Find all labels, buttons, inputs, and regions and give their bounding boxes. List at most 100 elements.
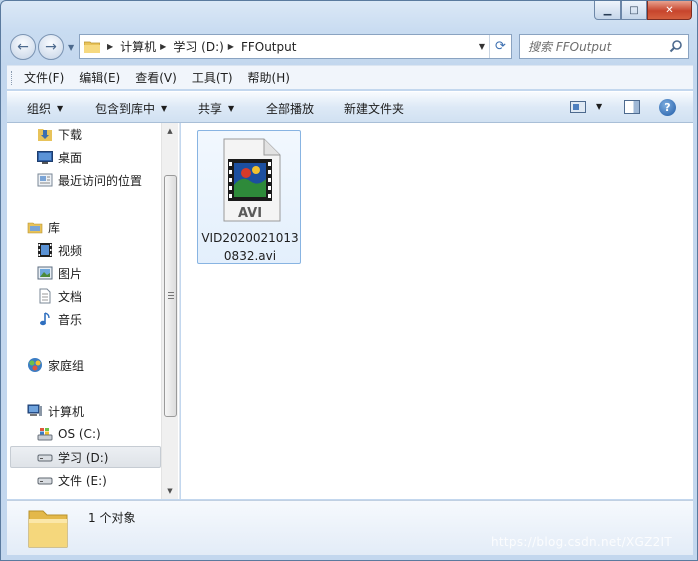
organize-label: 组织 bbox=[27, 102, 52, 116]
chevron-right-icon[interactable]: ▶ bbox=[160, 42, 166, 51]
breadcrumb-computer[interactable]: 计算机 bbox=[120, 38, 156, 55]
watermark: https://blog.csdn.net/XGZ2IT bbox=[491, 535, 673, 549]
nav-item-recent-places[interactable]: 最近访问的位置 bbox=[37, 169, 142, 191]
drive-icon bbox=[37, 477, 53, 485]
file-name: VID20200210130832.avi bbox=[201, 231, 299, 263]
refresh-icon[interactable]: ⟳ bbox=[489, 35, 511, 58]
forward-button[interactable]: → bbox=[38, 34, 64, 60]
new-folder-button[interactable]: 新建文件夹 bbox=[344, 100, 404, 117]
preview-pane-icon[interactable] bbox=[624, 100, 640, 114]
navigation-pane: 下载 桌面 最近访问的位置 库 视频 图片 文档 音乐 家庭组 计算机 OS (… bbox=[7, 123, 180, 499]
nav-item-label: 学习 (D:) bbox=[58, 450, 109, 465]
item-count: 1 个对象 bbox=[88, 511, 136, 525]
menu-grip bbox=[11, 70, 14, 85]
menu-bar: 文件(F) 编辑(E) 查看(V) 工具(T) 帮助(H) bbox=[7, 65, 693, 89]
breadcrumb-drive-d[interactable]: 学习 (D:) bbox=[173, 38, 223, 55]
grip-icon bbox=[168, 292, 174, 299]
homegroup-icon bbox=[28, 358, 42, 372]
menu-file[interactable]: 文件(F) bbox=[24, 69, 64, 86]
nav-item-drive-c[interactable]: OS (C:) bbox=[37, 423, 101, 445]
nav-item-music[interactable]: 音乐 bbox=[37, 308, 82, 330]
chevron-down-icon[interactable]: ▼ bbox=[475, 42, 489, 51]
search-input[interactable] bbox=[528, 39, 668, 54]
scroll-down-icon[interactable]: ▼ bbox=[162, 483, 178, 499]
nav-item-downloads[interactable]: 下载 bbox=[37, 123, 82, 145]
nav-item-pictures[interactable]: 图片 bbox=[37, 262, 82, 284]
nav-item-label: 家庭组 bbox=[48, 358, 85, 373]
nav-item-label: OS (C:) bbox=[58, 427, 101, 441]
chevron-down-icon: ▼ bbox=[161, 104, 168, 113]
breadcrumb-ffoutput[interactable]: FFOutput bbox=[241, 40, 297, 54]
video-library-icon bbox=[38, 243, 52, 257]
computer-icon bbox=[27, 404, 42, 416]
search-icon[interactable] bbox=[669, 39, 683, 53]
system-drive-icon bbox=[37, 428, 53, 441]
downloads-folder-icon bbox=[38, 129, 52, 141]
nav-item-drive-e[interactable]: 文件 (E:) bbox=[37, 469, 107, 491]
nav-item-label: 音乐 bbox=[58, 312, 83, 327]
nav-item-desktop[interactable]: 桌面 bbox=[37, 146, 82, 168]
folder-icon bbox=[28, 510, 68, 548]
music-library-icon bbox=[40, 312, 50, 326]
address-actions: ▼ ⟳ bbox=[475, 35, 511, 58]
help-icon[interactable]: ? bbox=[659, 99, 676, 116]
close-button[interactable]: ✕ bbox=[647, 1, 692, 20]
nav-item-drive-d[interactable]: 学习 (D:) bbox=[10, 446, 161, 468]
nav-item-label: 桌面 bbox=[58, 150, 83, 165]
scrollbar-thumb[interactable] bbox=[164, 175, 177, 417]
recent-pages-dropdown[interactable]: ▼ bbox=[68, 43, 74, 52]
nav-item-label: 文档 bbox=[58, 289, 83, 304]
menu-tools[interactable]: 工具(T) bbox=[192, 69, 233, 86]
desktop-icon bbox=[37, 151, 53, 164]
nav-item-label: 文件 (E:) bbox=[58, 473, 107, 488]
organize-button[interactable]: 组织 ▼ bbox=[27, 100, 63, 117]
share-button[interactable]: 共享 ▼ bbox=[198, 100, 234, 117]
explorer-window: ▁ □ ✕ ← → ▼ ▶ 计算机 ▶ 学习 (D:) ▶ FFOutput ▼… bbox=[0, 0, 698, 561]
nav-item-libraries[interactable]: 库 bbox=[27, 216, 60, 238]
chevron-right-icon[interactable]: ▶ bbox=[228, 42, 234, 51]
view-options-icon[interactable] bbox=[570, 101, 586, 113]
nav-item-videos[interactable]: 视频 bbox=[37, 239, 82, 261]
nav-item-label: 计算机 bbox=[48, 404, 85, 419]
drive-icon bbox=[37, 454, 53, 462]
minimize-button[interactable]: ▁ bbox=[594, 1, 621, 20]
command-bar: 组织 ▼ 包含到库中 ▼ 共享 ▼ 全部播放 新建文件夹 ▼ ? bbox=[7, 91, 693, 123]
avi-video-file-icon: AVI bbox=[223, 138, 281, 222]
play-all-button[interactable]: 全部播放 bbox=[266, 100, 314, 117]
include-in-library-label: 包含到库中 bbox=[95, 102, 156, 116]
chevron-down-icon[interactable]: ▼ bbox=[596, 102, 602, 111]
picture-library-icon bbox=[37, 266, 53, 280]
nav-item-label: 图片 bbox=[58, 266, 83, 281]
nav-item-label: 库 bbox=[48, 220, 61, 235]
menu-help[interactable]: 帮助(H) bbox=[248, 69, 290, 86]
address-bar[interactable]: ▶ 计算机 ▶ 学习 (D:) ▶ FFOutput ▼ ⟳ bbox=[79, 34, 512, 59]
nav-item-homegroup[interactable]: 家庭组 bbox=[27, 354, 84, 376]
nav-item-computer[interactable]: 计算机 bbox=[27, 400, 84, 422]
details-pane: 1 个对象 https://blog.csdn.net/XGZ2IT bbox=[7, 500, 693, 555]
search-box[interactable] bbox=[519, 34, 689, 59]
scroll-up-icon[interactable]: ▲ bbox=[162, 123, 178, 139]
chevron-down-icon: ▼ bbox=[57, 104, 64, 113]
caption-buttons: ▁ □ ✕ bbox=[594, 1, 692, 20]
nav-item-documents[interactable]: 文档 bbox=[37, 285, 82, 307]
nav-item-label: 最近访问的位置 bbox=[58, 173, 143, 188]
menu-view[interactable]: 查看(V) bbox=[135, 69, 177, 86]
include-in-library-button[interactable]: 包含到库中 ▼ bbox=[95, 100, 167, 117]
forward-arrow-icon: → bbox=[45, 39, 57, 55]
file-item[interactable]: AVI VID20200210130832.avi bbox=[197, 130, 301, 264]
back-button[interactable]: ← bbox=[10, 34, 36, 60]
nav-item-label: 下载 bbox=[58, 127, 83, 142]
recent-places-icon bbox=[37, 173, 53, 187]
chevron-down-icon: ▼ bbox=[228, 104, 235, 113]
nav-item-label: 视频 bbox=[58, 243, 83, 258]
libraries-icon bbox=[27, 222, 43, 234]
maximize-button[interactable]: □ bbox=[621, 1, 647, 20]
file-type-badge: AVI bbox=[238, 206, 262, 221]
menu-edit[interactable]: 编辑(E) bbox=[79, 69, 120, 86]
file-list-area[interactable]: AVI VID20200210130832.avi bbox=[181, 123, 693, 499]
back-arrow-icon: ← bbox=[17, 39, 29, 55]
share-label: 共享 bbox=[198, 102, 223, 116]
chevron-right-icon[interactable]: ▶ bbox=[107, 42, 113, 51]
nav-pane-scrollbar[interactable]: ▲ ▼ bbox=[161, 123, 178, 499]
document-library-icon bbox=[39, 288, 51, 304]
